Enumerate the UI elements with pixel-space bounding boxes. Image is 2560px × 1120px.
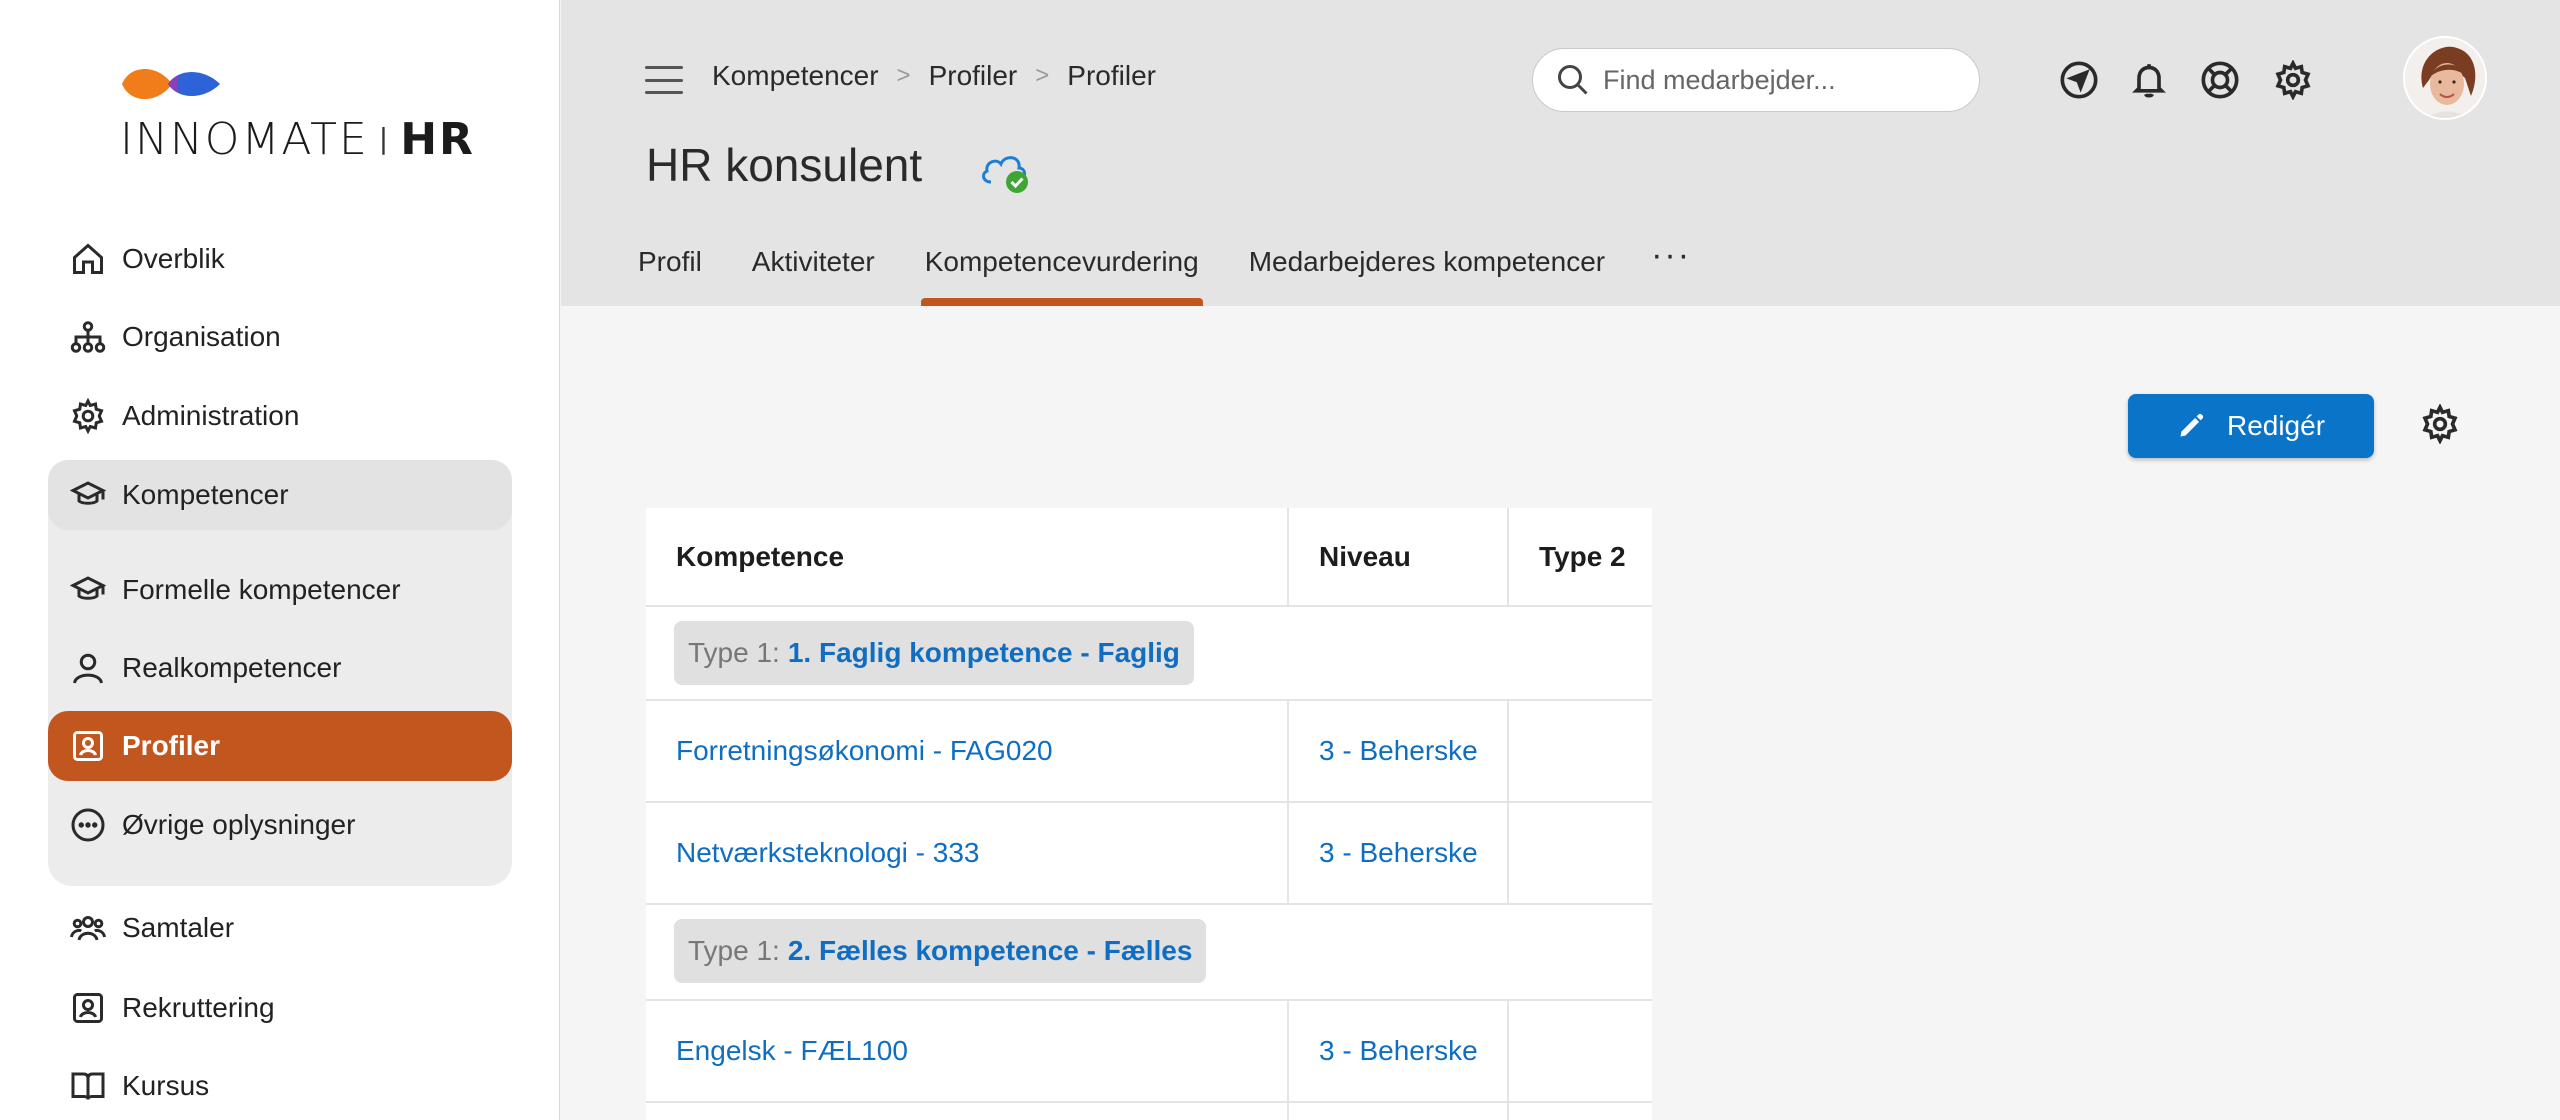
type2-cell xyxy=(1507,1001,1652,1101)
lifebuoy-icon[interactable] xyxy=(2198,58,2242,102)
competence-link[interactable]: Netværksteknologi - 333 xyxy=(676,837,979,869)
table-header-row: Kompetence Niveau Type 2 xyxy=(646,508,1652,607)
navigation-icon[interactable] xyxy=(2057,58,2101,102)
column-header-type-2[interactable]: Type 2 xyxy=(1507,508,1652,605)
sidebar-item-rekruttering[interactable]: Rekruttering xyxy=(48,973,512,1043)
tab-kompetencevurdering[interactable]: Kompetencevurdering xyxy=(920,246,1203,306)
sidebar-item-label: Kompetencer xyxy=(122,479,289,510)
logo-mark-icon xyxy=(122,69,220,99)
group-row: Type 1: 2. Fælles kompetence - Fælles xyxy=(646,905,1652,1001)
level-link[interactable]: 3 - Beherske xyxy=(1319,837,1478,869)
logo-primary-text: INNOMATE xyxy=(120,114,369,165)
graduation-cap-icon xyxy=(68,475,108,515)
home-icon xyxy=(68,239,108,279)
sidebar-item-label: Administration xyxy=(122,400,300,431)
group-type-label: Type 1: xyxy=(688,637,780,668)
tab-profil[interactable]: Profil xyxy=(634,246,706,306)
table-row xyxy=(646,1103,1652,1120)
innomate-hr-logo[interactable]: INNOMATE | HR xyxy=(120,62,473,172)
group-chip: Type 1: 2. Fælles kompetence - Fælles xyxy=(674,919,1207,983)
competence-link[interactable]: Engelsk - FÆL100 xyxy=(676,1035,908,1067)
bell-icon[interactable] xyxy=(2127,58,2171,102)
group-type-label: Type 1: xyxy=(688,935,780,966)
tab-medarbejderes-kompetencer[interactable]: Medarbejderes kompetencer xyxy=(1245,246,1609,306)
sidebar-item-label: Rekruttering xyxy=(122,992,275,1023)
sidebar: INNOMATE | HR Overblik Organisation Admini… xyxy=(0,0,560,1120)
column-header-niveau[interactable]: Niveau xyxy=(1287,508,1507,605)
level-link[interactable]: 3 - Beherske xyxy=(1319,735,1478,767)
sidebar-item-kursus[interactable]: Kursus xyxy=(48,1051,512,1120)
group-name-link[interactable]: 2. Fælles kompetence - Fælles xyxy=(788,935,1193,967)
graduation-cap-icon xyxy=(68,570,108,610)
sidebar-item-label: Realkompetencer xyxy=(122,652,342,683)
logo-separator: | xyxy=(378,122,391,155)
table-row: Netværksteknologi - 333 3 - Beherske xyxy=(646,803,1652,905)
profile-badge-icon xyxy=(68,726,108,766)
column-header-kompetence[interactable]: Kompetence xyxy=(646,508,1287,605)
sidebar-item-kompetencer[interactable]: Kompetencer xyxy=(48,460,512,530)
group-chip: Type 1: 1. Faglig kompetence - Faglig xyxy=(674,621,1194,685)
edit-button[interactable]: Redigér xyxy=(2128,394,2374,458)
table-row: Engelsk - FÆL100 3 - Beherske xyxy=(646,1001,1652,1103)
breadcrumb-item[interactable]: Kompetencer xyxy=(712,60,879,92)
chevron-right-icon: > xyxy=(1035,62,1050,89)
page-title: HR konsulent xyxy=(646,139,923,191)
pencil-icon xyxy=(2180,413,2204,437)
logo-text: INNOMATE | HR xyxy=(120,114,475,165)
user-avatar-image xyxy=(2405,38,2485,118)
menu-toggle-icon[interactable] xyxy=(645,66,683,94)
competence-table: Kompetence Niveau Type 2 Type 1: 1. Fagl… xyxy=(646,508,1652,1120)
logo-secondary-text: HR xyxy=(400,114,475,165)
sidebar-item-label: Overblik xyxy=(122,243,225,274)
sidebar-item-overblik[interactable]: Overblik xyxy=(48,224,512,294)
sidebar-item-label: Samtaler xyxy=(122,912,235,943)
chevron-right-icon: > xyxy=(896,62,911,89)
sidebar-item-realkompetencer[interactable]: Realkompetencer xyxy=(48,633,512,703)
book-icon xyxy=(68,1066,108,1106)
breadcrumb: Kompetencer > Profiler > Profiler xyxy=(712,60,1156,92)
user-avatar[interactable] xyxy=(2403,36,2487,120)
sidebar-item-samtaler[interactable]: Samtaler xyxy=(48,893,512,963)
tab-aktiviteter[interactable]: Aktiviteter xyxy=(748,246,879,306)
sidebar-item-label: Profiler xyxy=(122,730,221,761)
sidebar-item-ovrige-oplysninger[interactable]: Øvrige oplysninger xyxy=(48,790,512,860)
type2-cell xyxy=(1507,803,1652,903)
tab-bar: Profil Aktiviteter Kompetencevurdering M… xyxy=(634,236,1691,306)
group-row: Type 1: 1. Faglig kompetence - Faglig xyxy=(646,607,1652,701)
profile-badge-icon xyxy=(68,988,108,1028)
more-circle-icon xyxy=(68,805,108,845)
sidebar-item-label: Organisation xyxy=(122,321,281,352)
table-row: Forretningsøkonomi - FAG020 3 - Beherske xyxy=(646,701,1652,803)
search-input[interactable] xyxy=(1603,64,1943,96)
sidebar-item-administration[interactable]: Administration xyxy=(48,381,512,451)
type2-cell xyxy=(1507,701,1652,801)
sidebar-item-label: Øvrige oplysninger xyxy=(122,809,356,840)
sidebar-item-profiler[interactable]: Profiler xyxy=(48,711,512,781)
breadcrumb-item[interactable]: Profiler xyxy=(1067,60,1156,92)
sidebar-item-formelle-kompetencer[interactable]: Formelle kompetencer xyxy=(48,555,512,625)
sidebar-item-organisation[interactable]: Organisation xyxy=(48,302,512,372)
people-icon xyxy=(68,908,108,948)
org-chart-icon xyxy=(68,317,108,357)
person-icon xyxy=(68,648,108,688)
gear-icon xyxy=(68,396,108,436)
sidebar-item-label: Formelle kompetencer xyxy=(122,574,401,605)
competence-link[interactable]: Forretningsøkonomi - FAG020 xyxy=(676,735,1053,767)
gear-icon[interactable] xyxy=(2271,58,2315,102)
search-box[interactable] xyxy=(1532,48,1980,112)
edit-button-label: Redigér xyxy=(2226,410,2326,441)
sidebar-item-label: Kursus xyxy=(122,1070,210,1101)
level-link[interactable]: 3 - Beherske xyxy=(1319,1035,1478,1067)
page-header: Kompetencer > Profiler > Profiler HR kon… xyxy=(561,0,2560,306)
table-settings-icon[interactable] xyxy=(2420,403,2464,448)
breadcrumb-item[interactable]: Profiler xyxy=(929,60,1018,92)
group-name-link[interactable]: 1. Faglig kompetence - Faglig xyxy=(788,637,1180,669)
search-icon xyxy=(1558,65,1588,95)
cloud-check-icon xyxy=(982,156,1028,193)
more-tabs-icon[interactable]: ··· xyxy=(1651,236,1691,306)
